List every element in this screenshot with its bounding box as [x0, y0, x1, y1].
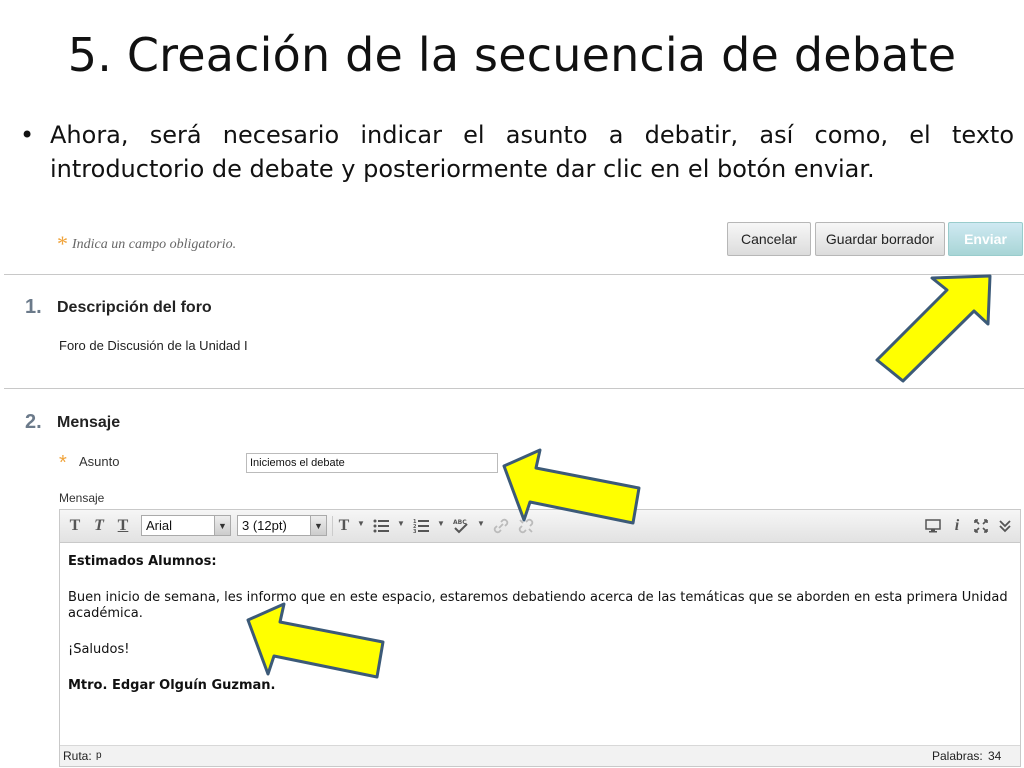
italic-icon[interactable]: T: [88, 515, 110, 537]
collapse-icon[interactable]: [994, 515, 1016, 537]
chevron-down-icon[interactable]: ▼: [357, 519, 365, 528]
greeting-text: Estimados Alumnos:: [68, 554, 217, 569]
chevron-down-icon: ▼: [214, 516, 230, 535]
path-value[interactable]: p: [96, 750, 102, 761]
section-2-number: 2.: [25, 411, 42, 433]
closing-text: ¡Saludos!: [68, 642, 130, 657]
arrow-to-subject-icon: [502, 448, 641, 525]
slide-title: 5. Creación de la secuencia de debate: [67, 28, 957, 82]
font-family-value: Arial: [146, 518, 173, 533]
chevron-down-icon[interactable]: ▼: [437, 519, 445, 528]
bullet-list-icon[interactable]: [370, 515, 392, 537]
forum-description: Foro de Discusión de la Unidad I: [59, 338, 248, 353]
preview-icon[interactable]: [922, 515, 944, 537]
required-note: * Indica un campo obligatorio.: [57, 228, 237, 256]
editor-content[interactable]: Estimados Alumnos: Buen inicio de semana…: [68, 554, 1008, 694]
chevron-down-icon[interactable]: ▼: [397, 519, 405, 528]
fullscreen-icon[interactable]: [970, 515, 992, 537]
subject-input[interactable]: Iniciemos el debate: [246, 453, 498, 473]
message-editor[interactable]: T T T Arial ▼ 3 (12pt) ▼ T ▼ ▼ 123 ▼ ABC…: [59, 509, 1021, 767]
required-star-icon: *: [57, 231, 68, 256]
word-count-label: Palabras:: [932, 749, 983, 763]
underline-icon[interactable]: T: [112, 515, 134, 537]
subject-label: Asunto: [79, 454, 120, 469]
arrow-to-send-icon: [875, 274, 992, 383]
required-note-text: Indica un campo obligatorio.: [72, 237, 237, 252]
arrow-to-message-icon: [246, 602, 385, 679]
bold-icon[interactable]: T: [64, 515, 86, 537]
save-draft-button[interactable]: Guardar borrador: [815, 222, 945, 256]
send-button[interactable]: Enviar: [948, 222, 1023, 256]
required-star-icon: *: [59, 452, 67, 474]
spellcheck-icon[interactable]: ABC: [450, 515, 472, 537]
chevron-down-icon: ▼: [310, 516, 326, 535]
font-size-value: 3 (12pt): [242, 518, 287, 533]
info-icon[interactable]: i: [946, 515, 968, 537]
chevron-down-icon[interactable]: ▼: [477, 519, 485, 528]
message-label: Mensaje: [59, 491, 105, 505]
font-family-select[interactable]: Arial ▼: [141, 515, 231, 536]
divider: [4, 274, 1024, 275]
section-1-number: 1.: [25, 296, 42, 318]
section-1-title: Descripción del foro: [57, 299, 212, 316]
cancel-button[interactable]: Cancelar: [727, 222, 811, 256]
word-count: 34: [988, 749, 1002, 763]
section-2-title: Mensaje: [57, 414, 121, 431]
signature-text: Mtro. Edgar Olguín Guzman.: [68, 678, 276, 693]
body-text: Buen inicio de semana, les informo que e…: [68, 590, 1008, 621]
instruction-text: Ahora, será necesario indicar el asunto …: [50, 121, 1014, 183]
editor-status-bar: Ruta: p Palabras: 34: [60, 745, 1020, 766]
svg-text:3: 3: [413, 529, 417, 533]
divider: [4, 388, 1024, 389]
bullet-dot: •: [20, 121, 35, 149]
numbered-list-icon[interactable]: 123: [410, 515, 432, 537]
text-color-icon[interactable]: T: [333, 515, 355, 537]
path-label: Ruta:: [63, 749, 92, 763]
font-size-select[interactable]: 3 (12pt) ▼: [237, 515, 327, 536]
